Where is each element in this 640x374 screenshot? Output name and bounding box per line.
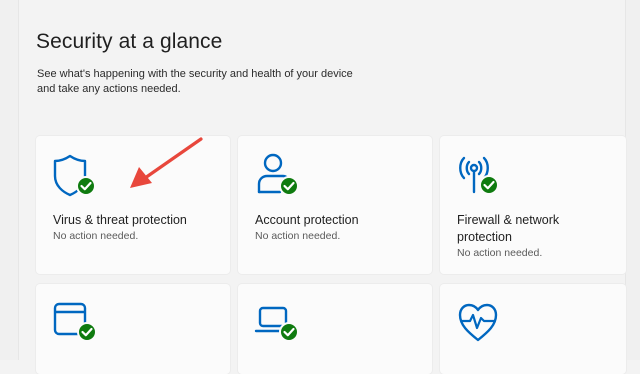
subtitle-line-1: See what's happening with the security a…	[37, 68, 353, 80]
shield-check-icon	[53, 154, 96, 197]
heart-pulse-icon	[458, 303, 498, 342]
card-account-protection[interactable]: Account protection No action needed.	[238, 136, 432, 274]
card-label-line-1: Firewall & network	[457, 213, 560, 227]
page-subtitle: See what's happening with the security a…	[37, 67, 397, 97]
card-label: Account protection	[255, 213, 359, 227]
right-edge	[625, 0, 640, 360]
card-label: Virus & threat protection	[53, 213, 187, 227]
page-title: Security at a glance	[36, 30, 223, 53]
left-edge	[0, 0, 19, 360]
card-virus-threat-protection[interactable]: Virus & threat protection No action need…	[36, 136, 230, 274]
subtitle-line-2: and take any actions needed.	[37, 83, 181, 95]
person-check-icon	[257, 153, 299, 196]
card-label-line-2: protection	[457, 230, 512, 244]
card-status: No action needed.	[53, 230, 139, 242]
app-browser-check-icon	[53, 302, 97, 342]
card-app-browser-control[interactable]	[36, 284, 230, 374]
card-label: Firewall & network protection	[457, 212, 627, 246]
card-firewall-network-protection[interactable]: Firewall & network protection No action …	[440, 136, 626, 274]
card-device-performance-health[interactable]	[440, 284, 626, 374]
wireless-antenna-check-icon	[459, 156, 499, 195]
security-window: Security at a glance See what's happenin…	[0, 0, 640, 374]
laptop-check-icon	[254, 306, 299, 342]
card-status: No action needed.	[255, 230, 341, 242]
card-device-security[interactable]	[238, 284, 432, 374]
card-status: No action needed.	[457, 247, 543, 259]
